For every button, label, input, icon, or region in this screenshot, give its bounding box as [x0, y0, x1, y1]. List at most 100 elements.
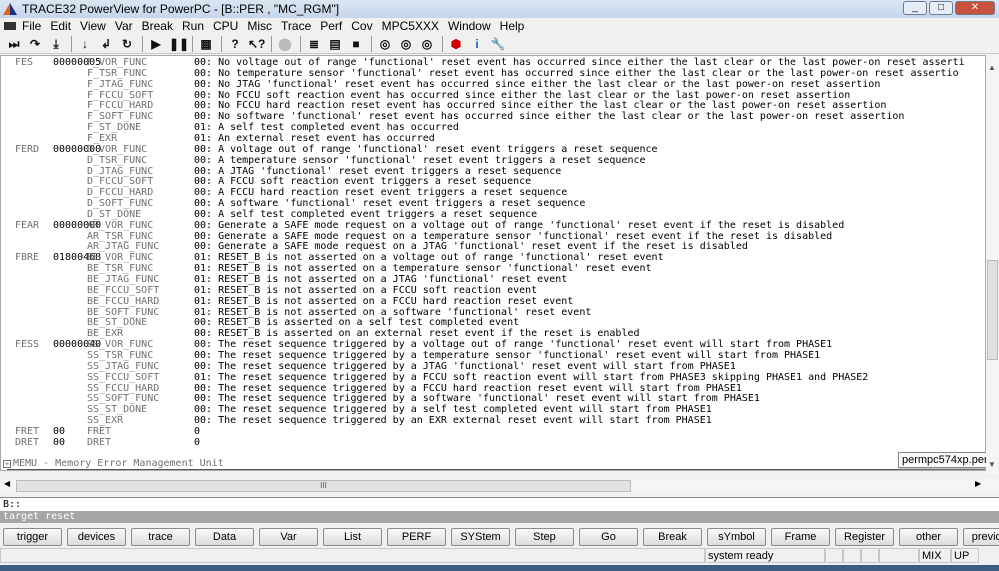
field-description[interactable]: 01: The reset sequence triggered by a FC… — [194, 372, 868, 383]
register-row[interactable]: F_FCCU_HARD 00: No FCCU hard reaction res… — [1, 100, 985, 111]
register-row[interactable]: D_TSR_FUNC 00: A temperature sensor 'func… — [1, 155, 985, 166]
field-description[interactable]: 0 — [194, 437, 200, 448]
horizontal-scrollbar[interactable]: ◀ III ▶ — [0, 479, 999, 493]
field-description[interactable]: 0 — [194, 426, 200, 437]
softkey-go[interactable]: Go — [579, 528, 638, 546]
field-description[interactable]: 01: RESET_B is not asserted on a softwar… — [194, 307, 591, 318]
field-description[interactable]: 00: A JTAG 'functional' reset event trig… — [194, 166, 561, 177]
step-over-icon[interactable]: ↷ — [27, 36, 43, 52]
help-icon[interactable]: ? — [227, 36, 243, 52]
register-row[interactable]: AR_JTAG_FUNC 00: Generate a SAFE mode req… — [1, 241, 985, 252]
softkey-devices[interactable]: devices — [67, 528, 126, 546]
expand-icon[interactable]: + — [3, 460, 11, 468]
scroll-up-icon[interactable]: ▲ — [988, 63, 996, 72]
register-row[interactable]: D_ST_DONE 00: A self test completed event… — [1, 209, 985, 220]
field-description[interactable]: 00: A self test completed event triggers… — [194, 209, 537, 220]
register-row[interactable]: SS_EXR 00: The reset sequence triggered b… — [1, 415, 985, 426]
scroll-down-icon[interactable]: ▼ — [988, 460, 996, 469]
field-description[interactable]: 00: No voltage out of range 'functional'… — [194, 57, 965, 68]
register-row[interactable]: D_SOFT_FUNC 00: A software 'functional' r… — [1, 198, 985, 209]
scroll-left-icon[interactable]: ◀ — [4, 479, 10, 488]
field-description[interactable]: 00: The reset sequence triggered by a vo… — [194, 339, 832, 350]
softkey-other[interactable]: other — [899, 528, 958, 546]
field-description[interactable]: 01: A self test completed event has occu… — [194, 122, 459, 133]
register-row[interactable]: BE_EXR 00: RESET_B is asserted on an exte… — [1, 328, 985, 339]
register-row[interactable]: AR_TSR_FUNC 00: Generate a SAFE mode requ… — [1, 231, 985, 242]
softkey-trace[interactable]: trace — [131, 528, 190, 546]
view3-icon[interactable]: ◎ — [419, 36, 435, 52]
field-description[interactable]: 00: A FCCU hard reaction reset event tri… — [194, 187, 567, 198]
register-row[interactable]: D_JTAG_FUNC 00: A JTAG 'functional' reset… — [1, 166, 985, 177]
register-row[interactable]: BE_FCCU_SOFT 01: RESET_B is not asserted … — [1, 285, 985, 296]
softkey-step[interactable]: Step — [515, 528, 574, 546]
softkey-register[interactable]: Register — [835, 528, 894, 546]
field-description[interactable]: 00: RESET_B is asserted on a self test c… — [194, 317, 519, 328]
field-description[interactable]: 01: RESET_B is not asserted on a voltage… — [194, 252, 664, 263]
softkey-frame[interactable]: Frame — [771, 528, 830, 546]
register-row[interactable]: FBRE 01800468 BE_VOR_FUNC 01: RESET_B is no… — [1, 252, 985, 263]
field-description[interactable]: 01: An external reset event has occurred — [194, 133, 435, 144]
field-description[interactable]: 00: Generate a SAFE mode request on a te… — [194, 231, 832, 242]
step-icon[interactable]: ⏭ — [6, 36, 22, 52]
field-description[interactable]: 00: No FCCU soft reaction event has occu… — [194, 90, 850, 101]
close-button[interactable]: ✕ — [955, 1, 995, 15]
menu-mpc5xxx[interactable]: MPC5XXX — [382, 19, 439, 33]
list-icon[interactable]: ≣ — [306, 36, 322, 52]
register-row[interactable]: SS_TSR_FUNC 00: The reset sequence trigge… — [1, 350, 985, 361]
field-description[interactable]: 01: RESET_B is not asserted on a FCCU ha… — [194, 296, 573, 307]
register-row[interactable]: FESS 00000040 SS_VOR_FUNC 00: The reset seq… — [1, 339, 985, 350]
menu-run[interactable]: Run — [182, 19, 204, 33]
menu-cov[interactable]: Cov — [351, 19, 372, 33]
softkey-system[interactable]: SYStem — [451, 528, 510, 546]
field-description[interactable]: 00: A temperature sensor 'functional' re… — [194, 155, 646, 166]
register-row[interactable]: SS_FCCU_SOFT 01: The reset sequence trigg… — [1, 372, 985, 383]
down-icon[interactable]: ↓ — [77, 36, 93, 52]
register-row[interactable]: DRET 00 DRET 0 — [1, 437, 985, 448]
field-description[interactable]: 00: No FCCU hard reaction reset event ha… — [194, 100, 886, 111]
field-description[interactable]: 00: The reset sequence triggered by a JT… — [194, 361, 736, 372]
context-help-icon[interactable]: ↖? — [248, 36, 265, 52]
memu-tree-item[interactable]: + MEMU - Memory Error Management Unit — [3, 458, 224, 469]
return-icon[interactable]: ↲ — [98, 36, 114, 52]
field-description[interactable]: 00: The reset sequence triggered by a te… — [194, 350, 820, 361]
field-description[interactable]: 00: The reset sequence triggered by a FC… — [194, 383, 742, 394]
chip-icon[interactable] — [4, 22, 16, 30]
scroll-thumb[interactable] — [987, 260, 998, 360]
register-row[interactable]: F_FCCU_SOFT 00: No FCCU soft reaction eve… — [1, 90, 985, 101]
register-row[interactable]: FES 00000005 F_VOR_FUNC 00: No voltage out … — [1, 57, 985, 68]
view1-icon[interactable]: ◎ — [377, 36, 393, 52]
menu-edit[interactable]: Edit — [50, 19, 71, 33]
register-row[interactable]: BE_ST_DONE 00: RESET_B is asserted on a s… — [1, 317, 985, 328]
softkey-symbol[interactable]: sYmbol — [707, 528, 766, 546]
field-description[interactable]: 01: RESET_B is not asserted on a JTAG 'f… — [194, 274, 567, 285]
field-description[interactable]: 00: A software 'functional' reset event … — [194, 198, 585, 209]
register-row[interactable]: F_TSR_FUNC 00: No temperature sensor 'fun… — [1, 68, 985, 79]
register-row[interactable]: F_ST_DONE 01: A self test completed event… — [1, 122, 985, 133]
softkey-previous[interactable]: previous — [963, 528, 999, 546]
menu-trace[interactable]: Trace — [281, 19, 311, 33]
field-description[interactable]: 00: The reset sequence triggered by a se… — [194, 404, 712, 415]
menu-var[interactable]: Var — [115, 19, 133, 33]
scroll-right-icon[interactable]: ▶ — [975, 479, 981, 488]
redo-icon[interactable]: ↻ — [119, 36, 135, 52]
field-description[interactable]: 01: RESET_B is not asserted on a tempera… — [194, 263, 652, 274]
menu-file[interactable]: File — [22, 19, 41, 33]
menu-view[interactable]: View — [80, 19, 106, 33]
menu-window[interactable]: Window — [448, 19, 491, 33]
register-icon[interactable]: ▤ — [327, 36, 343, 52]
wrench-icon[interactable]: 🔧 — [490, 36, 506, 52]
register-row[interactable]: F_EXR 01: An external reset event has occ… — [1, 133, 985, 144]
register-row[interactable]: SS_ST_DONE 00: The reset sequence trigger… — [1, 404, 985, 415]
menu-break[interactable]: Break — [142, 19, 173, 33]
register-row[interactable]: BE_TSR_FUNC 01: RESET_B is not asserted o… — [1, 263, 985, 274]
field-description[interactable]: 00: The reset sequence triggered by a so… — [194, 393, 760, 404]
chart-icon[interactable]: ▦ — [198, 36, 214, 52]
softkey-trigger[interactable]: trigger — [3, 528, 62, 546]
minimize-button[interactable]: _ — [903, 1, 927, 15]
field-description[interactable]: 00: No JTAG 'functional' reset event has… — [194, 79, 880, 90]
command-line-input[interactable]: B:: — [0, 497, 999, 511]
register-row[interactable]: D_FCCU_HARD 00: A FCCU hard reaction rese… — [1, 187, 985, 198]
field-description[interactable]: 00: No temperature sensor 'functional' r… — [194, 68, 959, 79]
go-icon[interactable]: ▶ — [148, 36, 164, 52]
field-description[interactable]: 00: A voltage out of range 'functional' … — [194, 144, 658, 155]
